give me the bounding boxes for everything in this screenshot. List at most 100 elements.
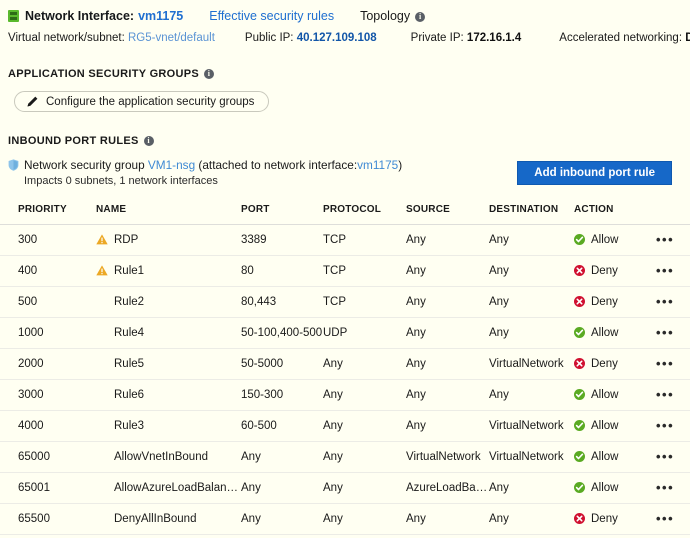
cell-menu[interactable]: •••: [656, 410, 690, 441]
table-row[interactable]: 2000Rule550-5000AnyAnyVirtualNetworkDeny…: [0, 348, 690, 379]
cell-name[interactable]: DenyAllInBound: [96, 503, 241, 534]
cell-protocol: Any: [323, 410, 406, 441]
table-row[interactable]: 500Rule280,443TCPAnyAnyDeny•••: [0, 286, 690, 317]
cell-port: Any: [241, 472, 323, 503]
meta-public-ip-value[interactable]: 40.127.109.108: [297, 32, 377, 44]
link-topology[interactable]: Topologyi: [360, 9, 425, 23]
ellipsis-menu-icon[interactable]: •••: [656, 263, 674, 278]
cell-action: Deny: [574, 255, 656, 286]
table-row[interactable]: 300RDP3389TCPAnyAnyAllow•••: [0, 224, 690, 255]
cell-action: Allow: [574, 472, 656, 503]
meta-accel-value: Disabled: [685, 32, 690, 44]
table-row[interactable]: 65001AllowAzureLoadBalancerInBo...AnyAny…: [0, 472, 690, 503]
nic-header-primary-row: Network Interface: vm1175 Effective secu…: [8, 7, 690, 25]
cell-name[interactable]: Rule3: [96, 410, 241, 441]
table-row[interactable]: 1000Rule450-100,400-500UDPAnyAnyAllow•••: [0, 317, 690, 348]
nsg-interface-link[interactable]: vm1175: [357, 158, 398, 172]
action-label: Allow: [591, 327, 618, 339]
asg-heading-text: APPLICATION SECURITY GROUPS: [8, 68, 199, 80]
cell-menu[interactable]: •••: [656, 503, 690, 534]
cell-menu[interactable]: •••: [656, 224, 690, 255]
deny-status-icon: [574, 296, 585, 307]
table-row[interactable]: 3000Rule6150-300AnyAnyAnyAllow•••: [0, 379, 690, 410]
cell-name[interactable]: AllowVnetInBound: [96, 441, 241, 472]
allow-status-icon: [574, 327, 585, 338]
column-header-source[interactable]: SOURCE: [406, 204, 489, 225]
ellipsis-menu-icon[interactable]: •••: [656, 480, 674, 495]
meta-vnet-value[interactable]: RG5-vnet/default: [128, 32, 215, 44]
column-header-destination[interactable]: DESTINATION: [489, 204, 574, 225]
ellipsis-menu-icon[interactable]: •••: [656, 356, 674, 371]
info-icon[interactable]: i: [144, 136, 154, 146]
column-header-protocol[interactable]: PROTOCOL: [323, 204, 406, 225]
ellipsis-menu-icon[interactable]: •••: [656, 387, 674, 402]
cell-action: Allow: [574, 224, 656, 255]
column-header-name[interactable]: NAME: [96, 204, 241, 225]
cell-menu[interactable]: •••: [656, 317, 690, 348]
warning-icon: [96, 234, 108, 245]
rule-name-label: Rule5: [114, 358, 144, 370]
cell-name[interactable]: Rule5: [96, 348, 241, 379]
cell-name[interactable]: Rule6: [96, 379, 241, 410]
ellipsis-menu-icon[interactable]: •••: [656, 511, 674, 526]
nsg-summary-line: Network security group VM1-nsg (attached…: [24, 158, 402, 172]
cell-action: Deny: [574, 348, 656, 379]
rule-name-label: Rule3: [114, 420, 144, 432]
rule-name-label: Rule2: [114, 296, 144, 308]
cell-name[interactable]: RDP: [96, 224, 241, 255]
link-effective-security-rules[interactable]: Effective security rules: [209, 9, 334, 23]
cell-action: Deny: [574, 286, 656, 317]
cell-menu[interactable]: •••: [656, 472, 690, 503]
cell-name[interactable]: AllowAzureLoadBalancerInBo...: [96, 472, 241, 503]
action-label: Allow: [591, 234, 618, 246]
cell-name[interactable]: Rule2: [96, 286, 241, 317]
cell-port: 3389: [241, 224, 323, 255]
cell-menu[interactable]: •••: [656, 379, 690, 410]
check-glyph: [574, 482, 585, 493]
cell-menu[interactable]: •••: [656, 348, 690, 379]
cross-glyph: [574, 265, 585, 276]
configure-application-security-groups-button[interactable]: Configure the application security group…: [14, 91, 269, 112]
column-header-priority[interactable]: PRIORITY: [0, 204, 96, 225]
table-row[interactable]: 65500DenyAllInBoundAnyAnyAnyAnyDeny•••: [0, 503, 690, 534]
cell-menu[interactable]: •••: [656, 441, 690, 472]
cell-protocol: TCP: [323, 286, 406, 317]
nic-header: Network Interface: vm1175 Effective secu…: [0, 0, 690, 44]
ellipsis-menu-icon[interactable]: •••: [656, 449, 674, 464]
cell-source: Any: [406, 286, 489, 317]
info-icon[interactable]: i: [204, 69, 214, 79]
nsg-suffix-label: ): [398, 158, 402, 172]
ellipsis-menu-icon[interactable]: •••: [656, 325, 674, 340]
cell-action: Allow: [574, 379, 656, 410]
ellipsis-menu-icon[interactable]: •••: [656, 294, 674, 309]
ellipsis-menu-icon[interactable]: •••: [656, 418, 674, 433]
cell-port: 80,443: [241, 286, 323, 317]
column-header-action[interactable]: ACTION: [574, 204, 656, 225]
cell-priority: 500: [0, 286, 96, 317]
nic-title-value[interactable]: vm1175: [138, 9, 183, 23]
cell-menu[interactable]: •••: [656, 286, 690, 317]
allow-status-icon: [574, 482, 585, 493]
cell-name[interactable]: Rule4: [96, 317, 241, 348]
rule-name-label: Rule6: [114, 389, 144, 401]
table-row[interactable]: 4000Rule360-500AnyAnyVirtualNetworkAllow…: [0, 410, 690, 441]
cell-menu[interactable]: •••: [656, 255, 690, 286]
table-row[interactable]: 400Rule180TCPAnyAnyDeny•••: [0, 255, 690, 286]
cell-name[interactable]: Rule1: [96, 255, 241, 286]
table-row[interactable]: 65000AllowVnetInBoundAnyAnyVirtualNetwor…: [0, 441, 690, 472]
rule-name-label: Rule4: [114, 327, 144, 339]
ellipsis-menu-icon[interactable]: •••: [656, 232, 674, 247]
add-inbound-port-rule-button[interactable]: Add inbound port rule: [517, 161, 672, 185]
action-label: Allow: [591, 389, 618, 401]
meta-vnet-label: Virtual network/subnet:: [8, 32, 125, 44]
nic-title-label: Network Interface:: [25, 9, 134, 23]
check-glyph: [574, 234, 585, 245]
cell-priority: 65000: [0, 441, 96, 472]
column-header-port[interactable]: PORT: [241, 204, 323, 225]
info-icon[interactable]: i: [415, 12, 425, 22]
cell-destination: Any: [489, 317, 574, 348]
meta-virtual-network: Virtual network/subnet: RG5-vnet/default: [8, 32, 215, 44]
cell-protocol: Any: [323, 379, 406, 410]
warning-icon: [96, 265, 108, 276]
nsg-name-link[interactable]: VM1-nsg: [148, 158, 195, 172]
